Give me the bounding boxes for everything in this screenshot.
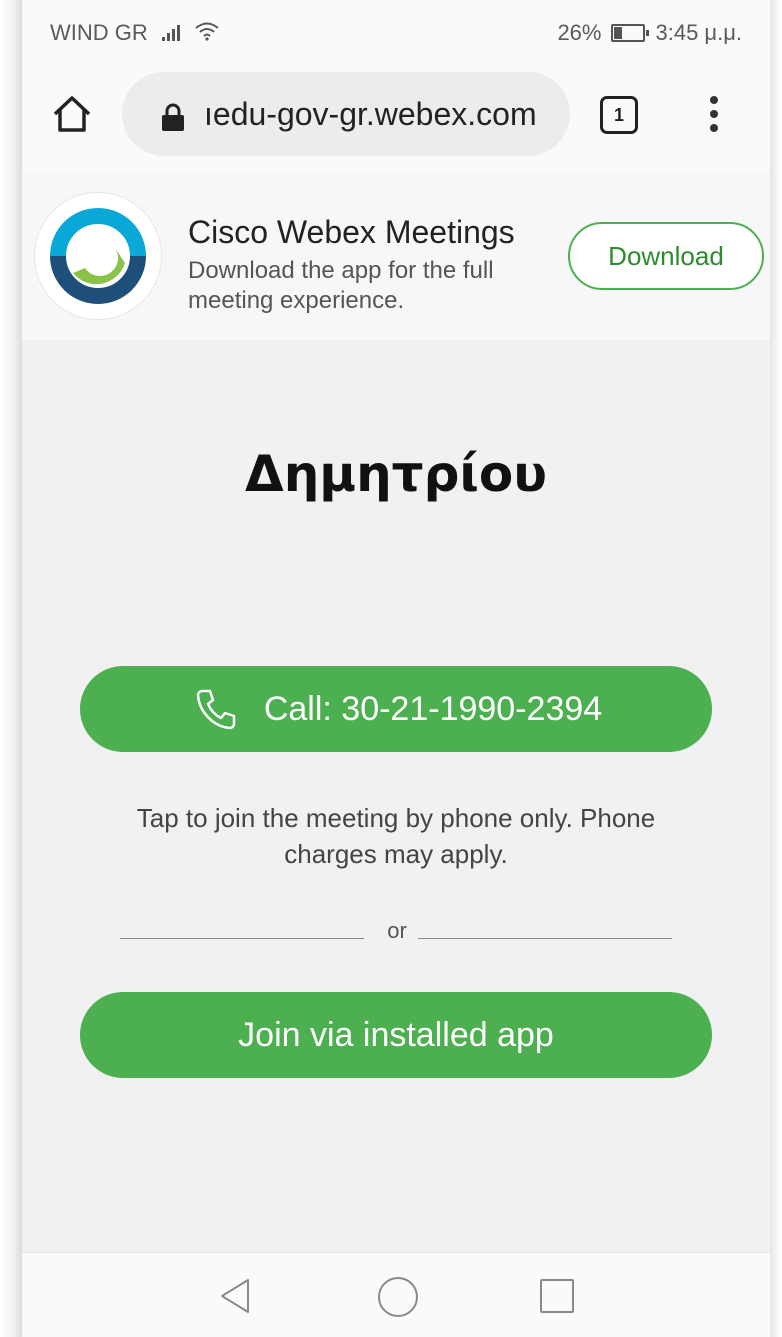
meeting-host-name: Δημητρίου (245, 445, 547, 503)
or-label: or (387, 918, 407, 943)
app-install-banner: Cisco Webex Meetings Download the app fo… (22, 172, 770, 340)
tabs-button[interactable]: 1 (600, 96, 640, 136)
recents-icon[interactable] (540, 1279, 574, 1313)
divider-line-left (120, 938, 364, 939)
address-bar[interactable]: ıedu-gov-gr.webex.com (122, 72, 570, 156)
battery-percent: 26% (557, 20, 602, 45)
browser-toolbar: ıedu-gov-gr.webex.com 1 (22, 62, 770, 173)
carrier-name: WIND GR (50, 20, 148, 45)
signal-icon (161, 25, 180, 41)
battery-icon (611, 24, 650, 42)
phone-screen: WIND GR 26% 3:45 μ.μ. ıedu-gov-gr.webex.… (0, 0, 782, 1337)
app-description: Download the app for the full meeting ex… (188, 257, 494, 314)
clock: 3:45 μ.μ. (655, 20, 742, 45)
device-bezel-right (770, 0, 782, 1337)
status-bar: WIND GR 26% 3:45 μ.μ. (22, 0, 770, 62)
status-right: 26% 3:45 μ.μ. (557, 20, 742, 46)
carrier-label: WIND GR (50, 20, 220, 46)
url-text: ıedu-gov-gr.webex.com (204, 96, 537, 132)
join-app-button[interactable]: Join via installed app (80, 992, 712, 1078)
home-button[interactable] (50, 92, 94, 136)
system-nav-bar (22, 1252, 770, 1337)
wifi-icon (195, 22, 219, 41)
app-logo (34, 192, 162, 320)
call-button[interactable]: Call: 30-21-1990-2394 (80, 666, 712, 752)
or-divider: or (120, 918, 672, 948)
overflow-menu-icon (702, 96, 726, 132)
home-icon (53, 96, 91, 132)
phone-icon (196, 689, 236, 730)
download-button[interactable]: Download (568, 222, 764, 290)
overflow-menu-button[interactable] (702, 92, 726, 136)
tabs-icon: 1 (600, 96, 638, 134)
phone-join-hint: Tap to join the meeting by phone only. P… (136, 803, 656, 869)
back-icon[interactable] (218, 1277, 252, 1315)
app-name: Cisco Webex Meetings (188, 214, 515, 250)
screen: WIND GR 26% 3:45 μ.μ. ıedu-gov-gr.webex.… (22, 0, 770, 1337)
call-label: Call: 30-21-1990-2394 (263, 689, 603, 728)
home-circle-icon[interactable] (378, 1277, 418, 1317)
lock-icon (162, 103, 184, 131)
webex-logo (50, 208, 146, 304)
device-bezel-left (0, 0, 22, 1337)
divider-line-right (418, 938, 672, 939)
